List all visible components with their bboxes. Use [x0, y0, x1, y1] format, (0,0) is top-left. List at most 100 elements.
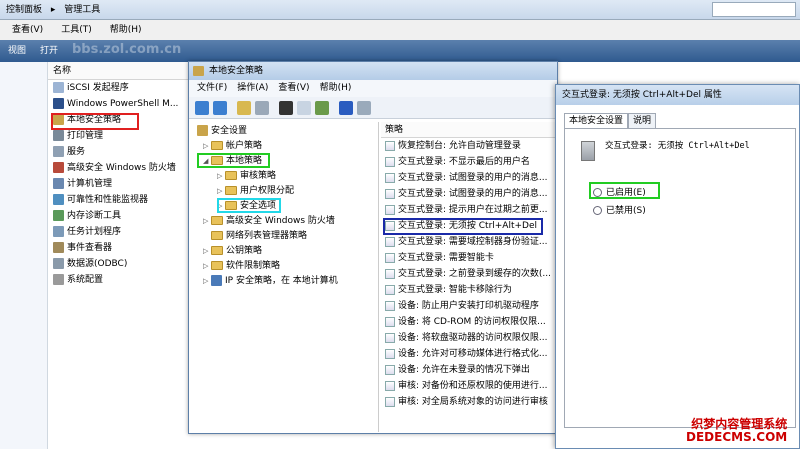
- list-item[interactable]: 事件查看器: [48, 240, 188, 256]
- tree-item-public-key[interactable]: ▷ 公钥策略: [203, 244, 262, 259]
- tree-item-local-policy[interactable]: ◢ 本地策略: [203, 154, 262, 169]
- menu-view[interactable]: 查看(V): [12, 25, 43, 35]
- policy-icon: [385, 316, 395, 327]
- menu-action[interactable]: 操作(A): [237, 83, 268, 93]
- expand-arrow-icon[interactable]: ▷: [203, 274, 211, 289]
- expand-arrow-icon[interactable]: ▷: [203, 244, 211, 259]
- tree-item-ipsec[interactable]: ▷ IP 安全策略，在 本地计算机: [203, 274, 338, 289]
- list-item[interactable]: 服务: [48, 144, 188, 160]
- show-hide-tree-icon[interactable]: [255, 101, 269, 115]
- list-item[interactable]: Windows PowerShell M...: [48, 96, 188, 112]
- menu-help[interactable]: 帮助(H): [320, 83, 352, 93]
- tree-item-account-policy[interactable]: ▷ 帐户策略: [203, 139, 262, 154]
- lsp-app-icon: [193, 66, 204, 76]
- list-item[interactable]: 系统配置: [48, 272, 188, 288]
- policy-row[interactable]: 交互式登录: 试图登录的用户的消息...: [381, 170, 557, 186]
- views-button[interactable]: 视图: [8, 46, 26, 56]
- tree-item-security-options[interactable]: ▷ 安全选项: [217, 199, 276, 214]
- list-item[interactable]: 计算机管理: [48, 176, 188, 192]
- radio-enabled[interactable]: 已启用(E): [593, 185, 646, 198]
- tab-explain[interactable]: 说明: [628, 113, 657, 129]
- menu-view[interactable]: 查看(V): [278, 83, 309, 93]
- policy-icon: [385, 284, 395, 295]
- policy-icon: [385, 252, 395, 263]
- folder-icon: [211, 246, 223, 255]
- properties-icon[interactable]: [297, 101, 311, 115]
- menu-help[interactable]: 帮助(H): [110, 25, 142, 35]
- list-item[interactable]: 可靠性和性能监视器: [48, 192, 188, 208]
- breadcrumb-admin-tools[interactable]: 管理工具: [64, 5, 100, 15]
- menu-file[interactable]: 文件(F): [197, 83, 227, 93]
- collapse-arrow-icon[interactable]: ◢: [203, 154, 211, 169]
- tree-item-firewall[interactable]: ▷ 高级安全 Windows 防火墙: [203, 214, 335, 229]
- back-arrow-icon[interactable]: [195, 101, 209, 115]
- radio-disabled[interactable]: 已禁用(S): [593, 203, 646, 216]
- lsp-title-bar[interactable]: 本地安全策略: [189, 62, 557, 80]
- open-button[interactable]: 打开: [40, 46, 58, 56]
- folder-icon: [211, 231, 223, 240]
- list-item[interactable]: 数据源(ODBC): [48, 256, 188, 272]
- dialog-title-bar[interactable]: 交互式登录: 无须按 Ctrl+Alt+Del 属性: [556, 85, 799, 105]
- performance-monitor-icon: [53, 194, 64, 205]
- policy-icon: [385, 380, 395, 391]
- expand-arrow-icon[interactable]: ▷: [217, 199, 225, 214]
- address-bar[interactable]: 控制面板 ▸ 管理工具: [0, 0, 800, 20]
- expand-arrow-icon[interactable]: ▷: [217, 169, 225, 184]
- search-input[interactable]: [712, 2, 796, 17]
- folder-icon: [211, 261, 223, 270]
- expand-arrow-icon[interactable]: ▷: [203, 139, 211, 154]
- tree-item-audit-policy[interactable]: ▷ 审核策略: [217, 169, 276, 184]
- policy-row[interactable]: 设备: 允许对可移动媒体进行格式化...: [381, 346, 557, 362]
- policy-row[interactable]: 交互式登录: 不显示最后的用户名: [381, 154, 557, 170]
- folder-icon: [211, 156, 223, 165]
- up-folder-icon[interactable]: [237, 101, 251, 115]
- export-list-icon[interactable]: [315, 101, 329, 115]
- tree-item-security-settings[interactable]: 安全设置: [197, 124, 247, 139]
- policy-row[interactable]: 设备: 允许在未登录的情况下弹出: [381, 362, 557, 378]
- policy-row-selected[interactable]: 交互式登录: 无须按 Ctrl+Alt+Del: [381, 218, 557, 234]
- breadcrumb-control-panel[interactable]: 控制面板: [6, 5, 42, 15]
- tree-item-network-list[interactable]: 网络列表管理器策略: [203, 229, 307, 244]
- list-item[interactable]: 本地安全策略: [48, 112, 188, 128]
- policy-properties-dialog: 交互式登录: 无须按 Ctrl+Alt+Del 属性 本地安全设置 说明 交互式…: [555, 84, 800, 449]
- delete-icon[interactable]: [279, 101, 293, 115]
- tab-local-security-setting[interactable]: 本地安全设置: [564, 113, 629, 129]
- list-item[interactable]: 任务计划程序: [48, 224, 188, 240]
- help-icon[interactable]: [339, 101, 353, 115]
- computer-management-icon: [53, 178, 64, 189]
- policy-row[interactable]: 交互式登录: 试图登录的用户的消息...: [381, 186, 557, 202]
- tree-item-software-restriction[interactable]: ▷ 软件限制策略: [203, 259, 280, 274]
- expand-arrow-icon[interactable]: ▷: [203, 259, 211, 274]
- column-header-name[interactable]: 名称: [48, 62, 188, 80]
- policy-row[interactable]: 恢复控制台: 允许自动管理登录: [381, 138, 557, 154]
- expand-arrow-icon[interactable]: ▷: [217, 184, 225, 199]
- folder-icon: [211, 141, 223, 150]
- menu-tools[interactable]: 工具(T): [61, 25, 92, 35]
- dialog-body: 交互式登录: 无须按 Ctrl+Alt+Del 已启用(E) 已禁用(S): [564, 128, 796, 428]
- policy-row[interactable]: 审核: 对全局系统对象的访问进行审核: [381, 394, 557, 410]
- policy-row[interactable]: 设备: 将 CD-ROM 的访问权限仅限...: [381, 314, 557, 330]
- policy-row[interactable]: 交互式登录: 智能卡移除行为: [381, 282, 557, 298]
- policy-row[interactable]: 交互式登录: 需要智能卡: [381, 250, 557, 266]
- radio-circle-icon: [593, 188, 602, 197]
- list-item[interactable]: iSCSI 发起程序: [48, 80, 188, 96]
- list-item[interactable]: 高级安全 Windows 防火墙: [48, 160, 188, 176]
- mmc-icon[interactable]: [357, 101, 371, 115]
- policy-icon: [385, 140, 395, 151]
- policy-row[interactable]: 交互式登录: 提示用户在过期之前更...: [381, 202, 557, 218]
- list-item[interactable]: 内存诊断工具: [48, 208, 188, 224]
- watermark-url: bbs.zol.com.cn: [72, 42, 182, 57]
- list-item[interactable]: 打印管理: [48, 128, 188, 144]
- breadcrumb[interactable]: 控制面板 ▸ 管理工具: [6, 3, 706, 17]
- forward-arrow-icon[interactable]: [213, 101, 227, 115]
- policy-row[interactable]: 设备: 将软盘驱动器的访问权限仅限...: [381, 330, 557, 346]
- policy-row[interactable]: 审核: 对备份和还原权限的使用进行...: [381, 378, 557, 394]
- lsp-menubar: 文件(F) 操作(A) 查看(V) 帮助(H): [189, 80, 557, 97]
- policy-row[interactable]: 交互式登录: 之前登录到缓存的次数(...: [381, 266, 557, 282]
- expand-arrow-icon[interactable]: ▷: [203, 214, 211, 229]
- tree-item-user-rights[interactable]: ▷ 用户权限分配: [217, 184, 294, 199]
- policy-row[interactable]: 设备: 防止用户安装打印机驱动程序: [381, 298, 557, 314]
- policy-row[interactable]: 交互式登录: 需要域控制器身份验证...: [381, 234, 557, 250]
- column-header-policy[interactable]: 策略: [381, 122, 557, 138]
- firewall-icon: [53, 162, 64, 173]
